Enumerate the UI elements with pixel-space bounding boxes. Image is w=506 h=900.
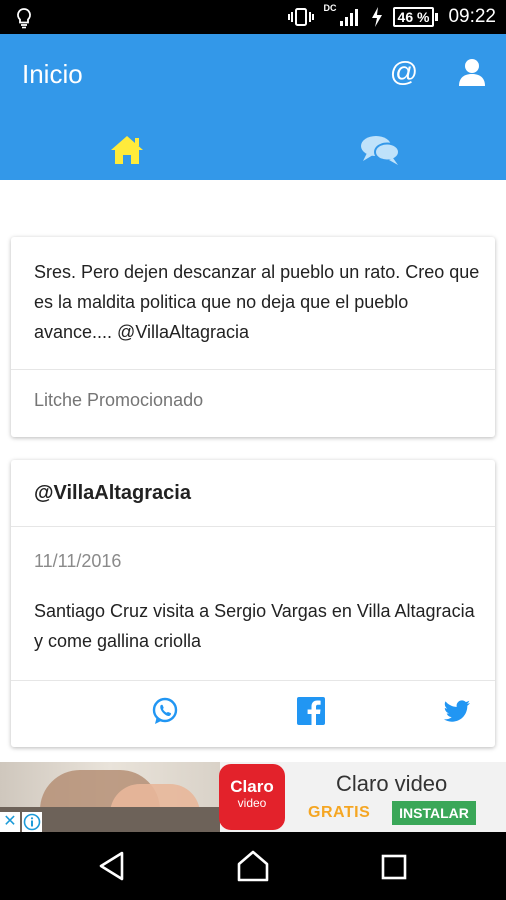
page-title: Inicio (22, 59, 83, 89)
ad-logo: Claro video (219, 764, 285, 830)
vibrate-icon (287, 8, 314, 26)
ad-info-icon[interactable] (22, 812, 42, 832)
navigation-bar (0, 832, 506, 900)
home-nav-icon[interactable] (236, 849, 270, 883)
post-title: @VillaAltagracia (34, 482, 191, 504)
chat-icon (360, 136, 400, 165)
battery-indicator: 46 % (392, 7, 439, 27)
divider (11, 369, 495, 370)
lightbulb-icon (17, 8, 31, 29)
divider (11, 526, 495, 527)
ad-install-button[interactable]: INSTALAR (392, 801, 476, 825)
ad-title: Claro video (336, 771, 448, 796)
back-icon[interactable] (97, 850, 127, 882)
status-bar: DC 46 % 09:22 (0, 0, 506, 34)
post-text: Santiago Cruz visita a Sergio Vargas en … (34, 601, 475, 651)
ad-banner[interactable]: Claro video Claro video GRATIS INSTALAR … (0, 762, 506, 832)
twitter-icon[interactable] (442, 696, 472, 726)
whatsapp-icon[interactable] (150, 696, 180, 726)
network-type-label: DC (323, 3, 337, 13)
clock: 09:22 (448, 6, 496, 27)
post-card[interactable]: Sres. Pero dejen descanzar al pueblo un … (11, 237, 495, 437)
charging-icon (371, 7, 382, 27)
post-text: Sres. Pero dejen descanzar al pueblo un … (34, 262, 480, 342)
mentions-button[interactable]: @ (386, 54, 422, 90)
signal-icon (339, 9, 358, 26)
ad-tag: GRATIS (308, 804, 371, 821)
post-footer: Litche Promocionado (34, 390, 204, 410)
tab-chat[interactable] (253, 120, 506, 180)
home-icon (110, 136, 143, 164)
divider (11, 680, 495, 681)
app-bar: Inicio @ (0, 34, 506, 180)
recent-apps-icon[interactable] (380, 853, 408, 881)
status-icons: DC 46 % 09:22 (287, 0, 496, 34)
facebook-icon[interactable] (296, 696, 326, 726)
user-profile-icon[interactable] (456, 56, 488, 88)
post-card[interactable]: @VillaAltagracia 11/11/2016 Santiago Cru… (11, 460, 495, 747)
ad-logo-line1: Claro (230, 777, 274, 796)
ad-logo-line2: video (237, 796, 267, 810)
post-date: 11/11/2016 (34, 551, 122, 571)
ad-close-icon[interactable]: ✕ (0, 812, 20, 832)
feed: Sres. Pero dejen descanzar al pueblo un … (0, 180, 506, 762)
tab-home[interactable] (0, 120, 253, 180)
battery-level: 46 % (392, 7, 435, 27)
